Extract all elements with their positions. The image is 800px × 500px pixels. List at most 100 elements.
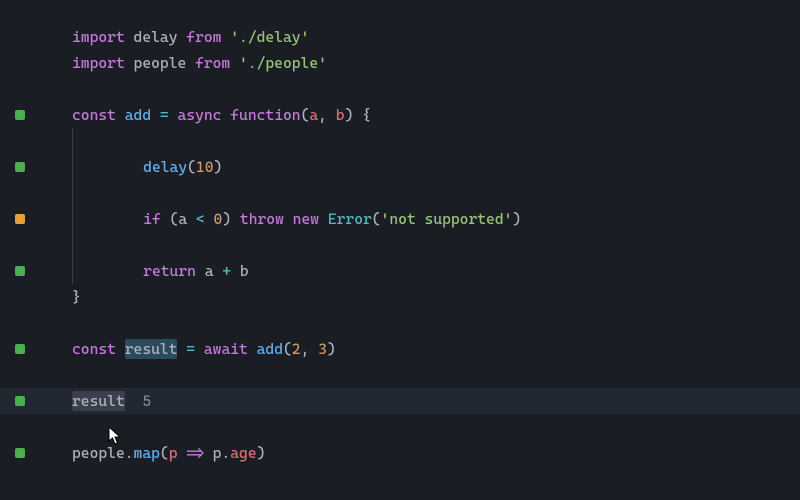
gutter [0,162,40,172]
code-line[interactable]: delay(10) [0,154,800,180]
code-content[interactable]: return a + b [40,258,249,284]
identifier: result [125,340,178,358]
class-name: Error [328,210,372,228]
paren-open: ( [372,210,381,228]
coverage-marker-green [15,344,25,354]
code-line[interactable]: import delay from './delay' [0,24,800,50]
keyword-from: from [186,28,221,46]
variable-use-highlight: result [72,391,125,411]
keyword-await: await [204,340,248,358]
gutter [0,344,40,354]
code-line-blank[interactable] [0,232,800,258]
function-call: delay [143,158,187,176]
code-content[interactable]: if (a < 0) throw new Error('not supporte… [40,206,521,232]
code-editor[interactable]: import delay from './delay' import peopl… [0,0,800,466]
gutter [0,266,40,276]
coverage-marker-green [15,110,25,120]
code-content[interactable]: const result = await add(2, 3) [40,336,336,362]
identifier: delay [134,28,178,46]
paren-close: ) [222,210,231,228]
keyword-from: from [195,54,230,72]
code-content[interactable]: import people from './people' [40,50,327,76]
code-line[interactable]: const result = await add(2, 3) [0,336,800,362]
number-literal: 0 [214,210,223,228]
param: p [169,444,178,462]
code-content[interactable]: } [40,284,81,310]
code-line[interactable]: } [0,284,800,310]
number-literal: 2 [292,340,301,358]
coverage-marker-green [15,396,25,406]
keyword-return: return [143,262,196,280]
brace-open: { [362,106,371,124]
indent-guide [72,232,73,258]
operator: < [196,210,205,228]
paren-open: ( [160,444,169,462]
comma: , [301,340,310,358]
string-literal: './people' [239,54,327,72]
indent-guide [72,180,73,206]
paren-open: ( [187,158,196,176]
gutter [0,448,40,458]
code-content[interactable]: result 5 [40,388,151,414]
identifier: b [240,262,249,280]
code-line[interactable]: const add = async function(a, b) { [0,102,800,128]
gutter [0,396,40,406]
paren-close: ) [345,106,354,124]
code-line-blank[interactable] [0,180,800,206]
code-line[interactable]: if (a < 0) throw new Error('not supporte… [0,206,800,232]
code-line-active[interactable]: result 5 [0,388,800,414]
code-line-blank[interactable] [0,76,800,102]
variable-decl-highlight: result [125,339,178,359]
operator: = [186,340,195,358]
identifier: people [72,444,125,462]
coverage-marker-green [15,266,25,276]
function-call: add [257,340,283,358]
keyword-import: import [72,54,125,72]
gutter [0,110,40,120]
keyword-if: if [143,210,161,228]
operator: + [222,262,231,280]
code-content[interactable]: import delay from './delay' [40,24,309,50]
param: b [336,106,345,124]
code-content[interactable]: delay(10) [40,154,222,180]
param: a [309,106,318,124]
code-line-blank[interactable] [0,362,800,388]
method-call: map [134,444,160,462]
arrow: => [186,444,204,462]
coverage-marker-green [15,162,25,172]
inline-spacer [125,392,143,410]
operator: = [160,106,169,124]
code-line-blank[interactable] [0,310,800,336]
code-content[interactable]: const add = async function(a, b) { [40,102,371,128]
keyword-new: new [293,210,319,228]
property: age [230,444,256,462]
code-line[interactable]: people.map(p => p.age) [0,440,800,466]
dot: . [125,444,134,462]
identifier: people [134,54,187,72]
keyword-const: const [72,106,116,124]
paren-open: ( [283,340,292,358]
keyword-import: import [72,28,125,46]
paren-open: ( [170,210,179,228]
dot: . [221,444,230,462]
code-line-blank[interactable] [0,128,800,154]
keyword-function: function [230,106,300,124]
identifier: result [72,392,125,410]
indent-guide [72,128,73,154]
brace-close: } [72,288,81,306]
number-literal: 10 [196,158,214,176]
paren-close: ) [327,340,336,358]
string-literal: './delay' [230,28,309,46]
identifier: a [205,262,214,280]
identifier: a [178,210,187,228]
keyword-async: async [178,106,222,124]
code-line-blank[interactable] [0,414,800,440]
keyword-const: const [72,340,116,358]
string-literal: 'not supported' [381,210,513,228]
paren-close: ) [257,444,266,462]
code-line[interactable]: return a + b [0,258,800,284]
code-content[interactable]: people.map(p => p.age) [40,440,265,466]
inline-result: 5 [142,392,151,410]
coverage-marker-green [15,448,25,458]
code-line[interactable]: import people from './people' [0,50,800,76]
